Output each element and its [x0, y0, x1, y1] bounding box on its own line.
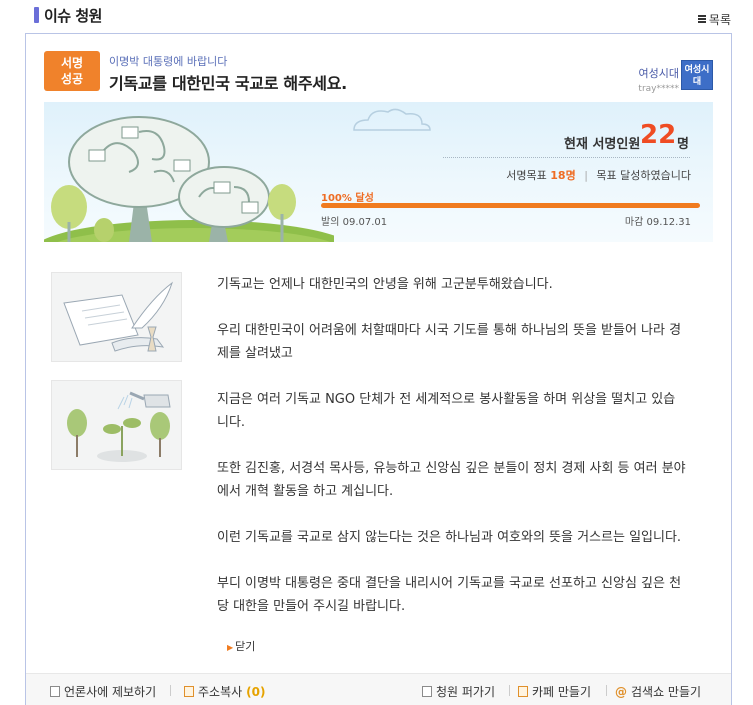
author-info[interactable]: 여성시대 tray***** [638, 65, 679, 94]
at-icon: @ [615, 684, 627, 699]
share-label: 청원 퍼가기 [436, 685, 496, 699]
body-paragraph: 또한 김진홍, 서경석 목사등, 유능하고 신앙심 깊은 분들이 정치 경제 사… [217, 461, 686, 499]
end-label: 마감 [624, 217, 644, 228]
start-date: 발의 09.07.01 [321, 213, 387, 228]
author-name[interactable]: 여성시대 [638, 65, 679, 81]
document-icon [50, 686, 60, 697]
page-header: 이슈 청원 목록 [0, 0, 753, 32]
petition-banner: 현재 서명인원 22 명 서명목표 18명 | 목표 달성하였습니다 100% … [44, 102, 713, 242]
addressee-text: 이명박 대통령에 바랍니다 [109, 55, 228, 68]
author-id: tray***** [638, 84, 679, 94]
separator [606, 685, 607, 696]
petition-title: 기독교를 대한민국 국교로 해주세요. [109, 74, 347, 93]
goal-separator: | [584, 169, 588, 182]
make-search-show-button[interactable]: @ 검색쇼 만들기 [615, 683, 701, 700]
goal-label: 서명목표 [506, 169, 547, 182]
status-badge: 서명 성공 [44, 51, 100, 91]
body-paragraph: 지금은 여러 기독교 NGO 단체가 전 세계적으로 봉사활동을 하며 위상을 … [217, 392, 676, 430]
end-date: 마감 09.12.31 [625, 213, 691, 228]
cafe-icon [518, 686, 528, 697]
share-petition-button[interactable]: 청원 퍼가기 [422, 683, 495, 700]
quill-scroll-image [51, 272, 182, 362]
body-paragraph: 우리 대한민국이 어려움에 처할때마다 시국 기도를 통해 하나님의 뜻을 받들… [217, 323, 682, 361]
start-label: 발의 [321, 217, 340, 228]
copy-label: 주소복사 [198, 685, 243, 699]
progress-fill [321, 203, 700, 208]
action-footer: 언론사에 제보하기 주소복사 (0) 청원 퍼가기 카페 만들기 @ 검색쇼 만… [26, 673, 731, 705]
list-icon [697, 15, 706, 24]
percent-label: 100% 달성 [321, 193, 374, 204]
body-paragraph: 이런 기독교를 국교로 삼지 않는다는 것은 하나님과 여호와의 뜻을 거스르는… [217, 530, 682, 545]
copy-icon [184, 686, 194, 697]
progress-bar [321, 203, 700, 208]
avatar[interactable]: 여성시대 [681, 60, 713, 90]
badge-line1: 서명 [60, 56, 84, 70]
count-label: 현재 서명인원 [564, 137, 641, 152]
separator [170, 685, 171, 696]
report-button[interactable]: 언론사에 제보하기 [50, 683, 156, 700]
body-paragraph: 부디 이명박 대통령은 중대 결단을 내리시어 기독교를 국교로 선포하고 신앙… [217, 576, 682, 614]
body-paragraph: 기독교는 언제나 대한민국의 안녕을 위해 고군분투해왔습니다. [217, 277, 553, 292]
separator [509, 685, 510, 696]
badge-line2: 성공 [60, 72, 84, 86]
report-label: 언론사에 제보하기 [64, 685, 157, 699]
search-show-label: 검색쇼 만들기 [631, 685, 702, 699]
close-button[interactable]: ▶ 닫기 [227, 638, 255, 654]
list-button[interactable]: 목록 [697, 11, 731, 28]
start-date-value: 09.07.01 [342, 217, 388, 228]
goal-info: 서명목표 18명 | 목표 달성하였습니다 [506, 167, 691, 183]
cafe-label: 카페 만들기 [532, 685, 592, 699]
petition-body: 기독교는 언제나 대한민국의 안녕을 위해 고군분투해왔습니다. 우리 대한민국… [217, 273, 687, 618]
tree-illustration [44, 116, 334, 242]
end-date-value: 09.12.31 [646, 217, 691, 228]
triangle-right-icon: ▶ [227, 643, 234, 652]
cloud-icon [353, 108, 431, 131]
count-unit: 명 [677, 137, 689, 152]
list-label: 목록 [708, 13, 731, 27]
watering-plants-image [51, 380, 182, 470]
copy-url-button[interactable]: 주소복사 (0) [184, 683, 266, 700]
divider [443, 157, 690, 158]
goal-value: 18명 [550, 169, 576, 182]
copy-count: (0) [246, 684, 266, 699]
close-label: 닫기 [235, 640, 256, 653]
goal-status: 목표 달성하였습니다 [596, 169, 691, 182]
count-value: 22 [640, 120, 677, 150]
title-marker [34, 7, 39, 23]
section-title: 이슈 청원 [44, 7, 102, 25]
clipboard-icon [422, 686, 432, 697]
petition-panel: 서명 성공 이명박 대통령에 바랍니다 기독교를 대한민국 국교로 해주세요. … [25, 33, 732, 705]
make-cafe-button[interactable]: 카페 만들기 [518, 683, 591, 700]
